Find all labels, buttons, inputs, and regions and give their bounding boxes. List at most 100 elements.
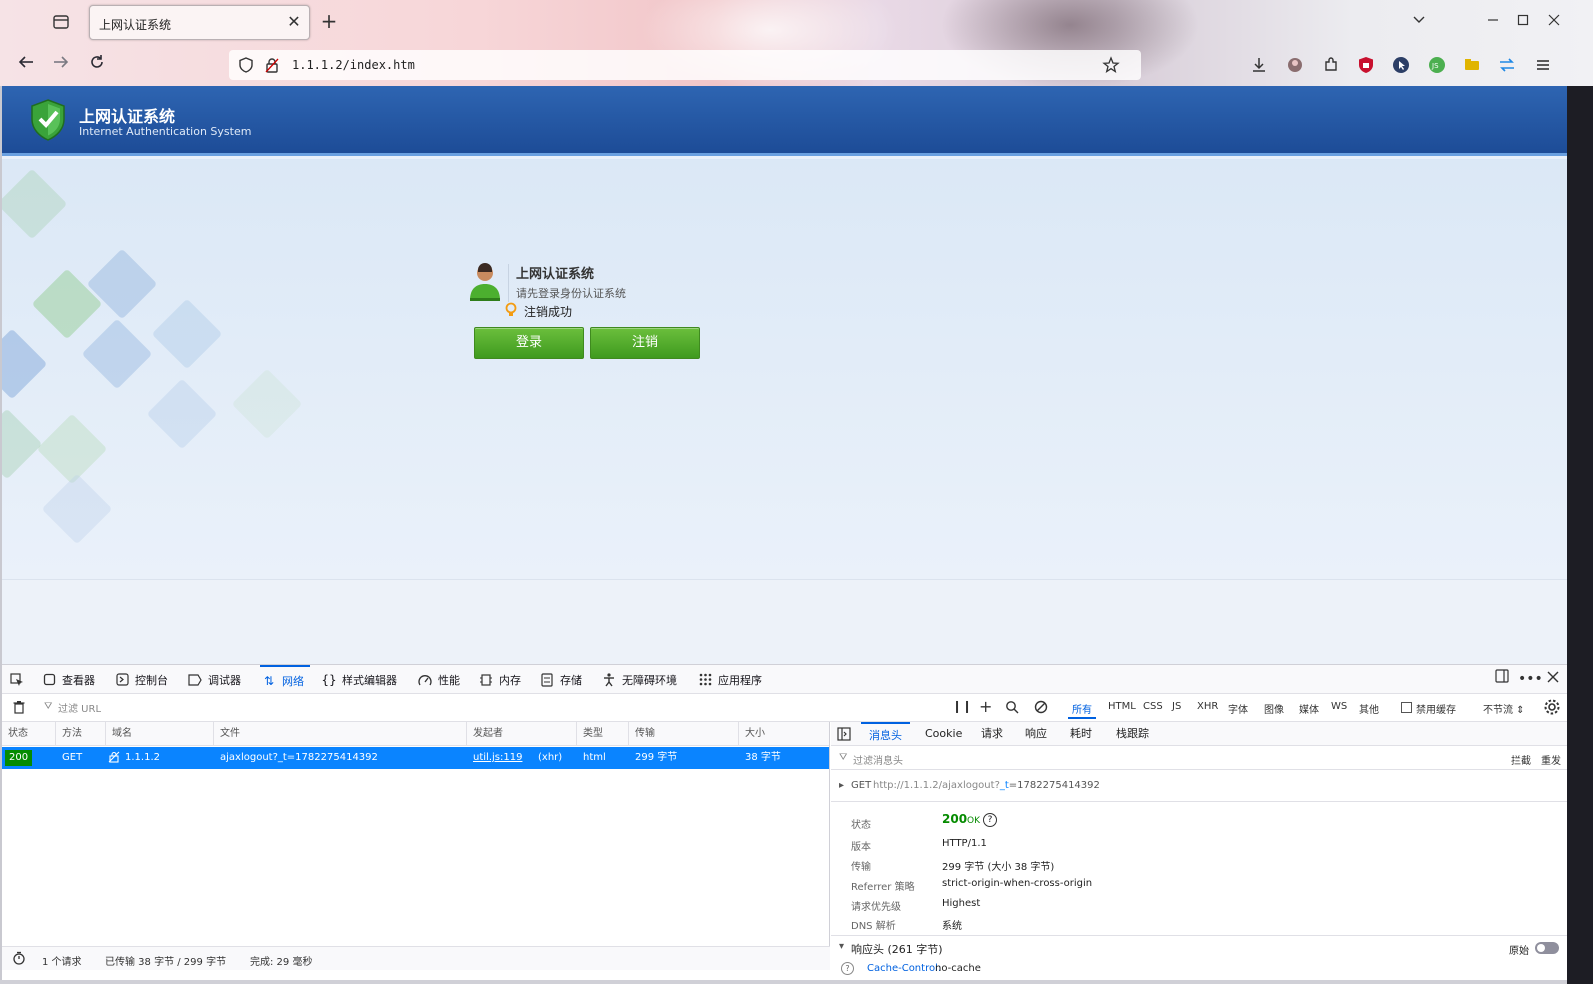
list-all-tabs-button[interactable] <box>1408 11 1430 33</box>
logout-success-message: 注销成功 <box>524 305 573 319</box>
cell-size: 38 字节 <box>745 752 781 763</box>
close-devtools-button[interactable] <box>1543 669 1563 689</box>
maximize-button[interactable] <box>1512 11 1534 33</box>
collapse-triangle-icon[interactable]: ▾ <box>839 941 844 952</box>
pause-icon[interactable]: ❙❙ <box>952 699 972 713</box>
logout-button[interactable]: 注销 <box>590 327 700 359</box>
search-icon[interactable] <box>1005 700 1019 717</box>
extension-avatar-icon[interactable] <box>1284 54 1306 76</box>
minimize-button[interactable] <box>1482 11 1504 33</box>
filter-type-media[interactable]: 媒体 <box>1295 700 1323 717</box>
column-status[interactable]: 状态 <box>2 722 56 746</box>
tab-response[interactable]: 响应 <box>1017 722 1055 746</box>
extensions-puzzle-icon[interactable] <box>1320 54 1342 76</box>
filter-type-ws[interactable]: WS <box>1327 700 1351 713</box>
new-tab-button[interactable]: + <box>318 10 340 32</box>
tab-close-icon[interactable]: ✕ <box>286 14 302 30</box>
tab-storage[interactable]: 存储 <box>540 665 582 694</box>
dock-side-button[interactable] <box>1492 669 1512 689</box>
tab-application[interactable]: 应用程序 <box>698 665 762 694</box>
tab-memory[interactable]: 内存 <box>479 665 521 694</box>
table-row[interactable]: 200 GET 1.1.1.2 ajaxlogout?_t=1782275414… <box>2 747 829 769</box>
help-question-icon[interactable]: ? <box>983 813 997 827</box>
back-button[interactable] <box>14 53 38 77</box>
tab-cookie[interactable]: Cookie <box>917 722 970 746</box>
forward-button[interactable] <box>49 53 73 77</box>
stopwatch-icon[interactable] <box>12 951 26 968</box>
filter-type-other[interactable]: 其他 <box>1355 700 1383 717</box>
request-line[interactable]: ▸ GET http://1.1.1.2/ajaxlogout?_t=17822… <box>831 770 1567 802</box>
filter-type-xhr[interactable]: XHR <box>1193 700 1222 713</box>
column-domain[interactable]: 域名 <box>106 722 214 746</box>
shield-icon[interactable] <box>237 56 255 74</box>
expand-triangle-icon[interactable]: ▸ <box>839 780 844 791</box>
response-headers-section[interactable]: ▾ 响应头 (261 字节) 原始 <box>831 935 1567 959</box>
more-options-button[interactable]: ••• <box>1518 669 1543 689</box>
tab-network[interactable]: ⇅ 网络 <box>260 665 310 694</box>
decor-tile <box>2 408 43 480</box>
throttle-select[interactable]: 不节流 ⇕ <box>1483 701 1525 716</box>
block-request-button[interactable]: 拦截 <box>1511 752 1531 767</box>
close-window-button[interactable] <box>1543 11 1565 33</box>
filter-type-html[interactable]: HTML <box>1104 700 1140 713</box>
add-icon[interactable]: + <box>979 697 992 716</box>
tab-console[interactable]: 控制台 <box>115 665 168 694</box>
cell-initiator-link[interactable]: util.js:119 <box>467 747 522 769</box>
tab-list-button[interactable] <box>50 12 72 32</box>
download-icon[interactable] <box>1248 54 1270 76</box>
details-tabs: 消息头 Cookie 请求 响应 耗时 栈跟踪 <box>831 722 1567 746</box>
column-method[interactable]: 方法 <box>56 722 106 746</box>
tab-debugger[interactable]: 调试器 <box>188 665 241 694</box>
app-menu-icon[interactable] <box>1532 54 1554 76</box>
raw-toggle-switch[interactable] <box>1535 942 1559 954</box>
folder-key-extension-icon[interactable] <box>1461 54 1483 76</box>
maximize-icon <box>1517 14 1529 26</box>
help-question-icon[interactable]: ? <box>841 962 854 975</box>
bookmark-star-icon[interactable] <box>1102 56 1120 74</box>
column-size[interactable]: 大小 <box>739 722 830 746</box>
column-file[interactable]: 文件 <box>214 722 467 746</box>
filter-type-js[interactable]: JS <box>1168 700 1185 713</box>
column-transferred[interactable]: 传输 <box>629 722 739 746</box>
filter-type-fonts[interactable]: 字体 <box>1224 700 1252 717</box>
site-title: 上网认证系统 <box>79 107 176 126</box>
filter-type-css[interactable]: CSS <box>1139 700 1167 713</box>
login-hint: 请先登录身份认证系统 <box>516 287 626 300</box>
login-button[interactable]: 登录 <box>474 327 584 359</box>
detail-value: Highest <box>942 898 981 909</box>
column-type[interactable]: 类型 <box>577 722 629 746</box>
decor-tile <box>36 413 108 485</box>
column-initiator[interactable]: 发起者 <box>467 722 577 746</box>
filter-url-input[interactable]: 过滤 URL <box>58 700 101 715</box>
settings-gear-icon[interactable] <box>1543 698 1561 719</box>
lock-icon[interactable] <box>263 56 281 74</box>
translate-extension-icon[interactable] <box>1496 54 1518 76</box>
tab-stack-trace[interactable]: 栈跟踪 <box>1108 722 1157 746</box>
tab-headers[interactable]: 消息头 <box>861 722 910 746</box>
cursor-extension-icon[interactable] <box>1390 54 1412 76</box>
detail-value: 299 字节 (大小 38 字节) <box>942 862 1055 873</box>
url-bar[interactable]: 1.1.1.2/index.htm <box>229 50 1141 80</box>
disable-cache-checkbox[interactable] <box>1401 702 1412 713</box>
reload-button[interactable] <box>85 53 109 77</box>
toggle-sidebar-icon[interactable] <box>837 727 851 744</box>
browser-chrome: 上网认证系统 ✕ + 1.1.1.2/index.htm JS <box>0 0 1593 90</box>
block-icon[interactable] <box>1034 700 1048 717</box>
headers-filter-input[interactable]: 过滤消息头 <box>853 752 903 767</box>
resend-button[interactable]: 重发 <box>1541 752 1561 767</box>
browser-tab[interactable]: 上网认证系统 ✕ <box>89 5 310 40</box>
element-picker-button[interactable] <box>10 665 30 694</box>
tab-request[interactable]: 请求 <box>973 722 1011 746</box>
filter-type-images[interactable]: 图像 <box>1260 700 1288 717</box>
tab-timings[interactable]: 耗时 <box>1062 722 1100 746</box>
url-text[interactable]: 1.1.1.2/index.htm <box>292 58 415 72</box>
tab-performance[interactable]: 性能 <box>418 665 460 694</box>
filter-type-all[interactable]: 所有 <box>1068 700 1096 719</box>
clear-requests-button[interactable] <box>12 700 28 716</box>
js-extension-icon[interactable]: JS <box>1426 54 1448 76</box>
ublock-shield-icon[interactable] <box>1355 54 1377 76</box>
tab-style-editor[interactable]: {} 样式编辑器 <box>321 665 397 694</box>
tab-label: 查看器 <box>62 673 95 687</box>
tab-accessibility[interactable]: 无障碍环境 <box>602 665 677 694</box>
tab-inspector[interactable]: 查看器 <box>42 665 95 694</box>
